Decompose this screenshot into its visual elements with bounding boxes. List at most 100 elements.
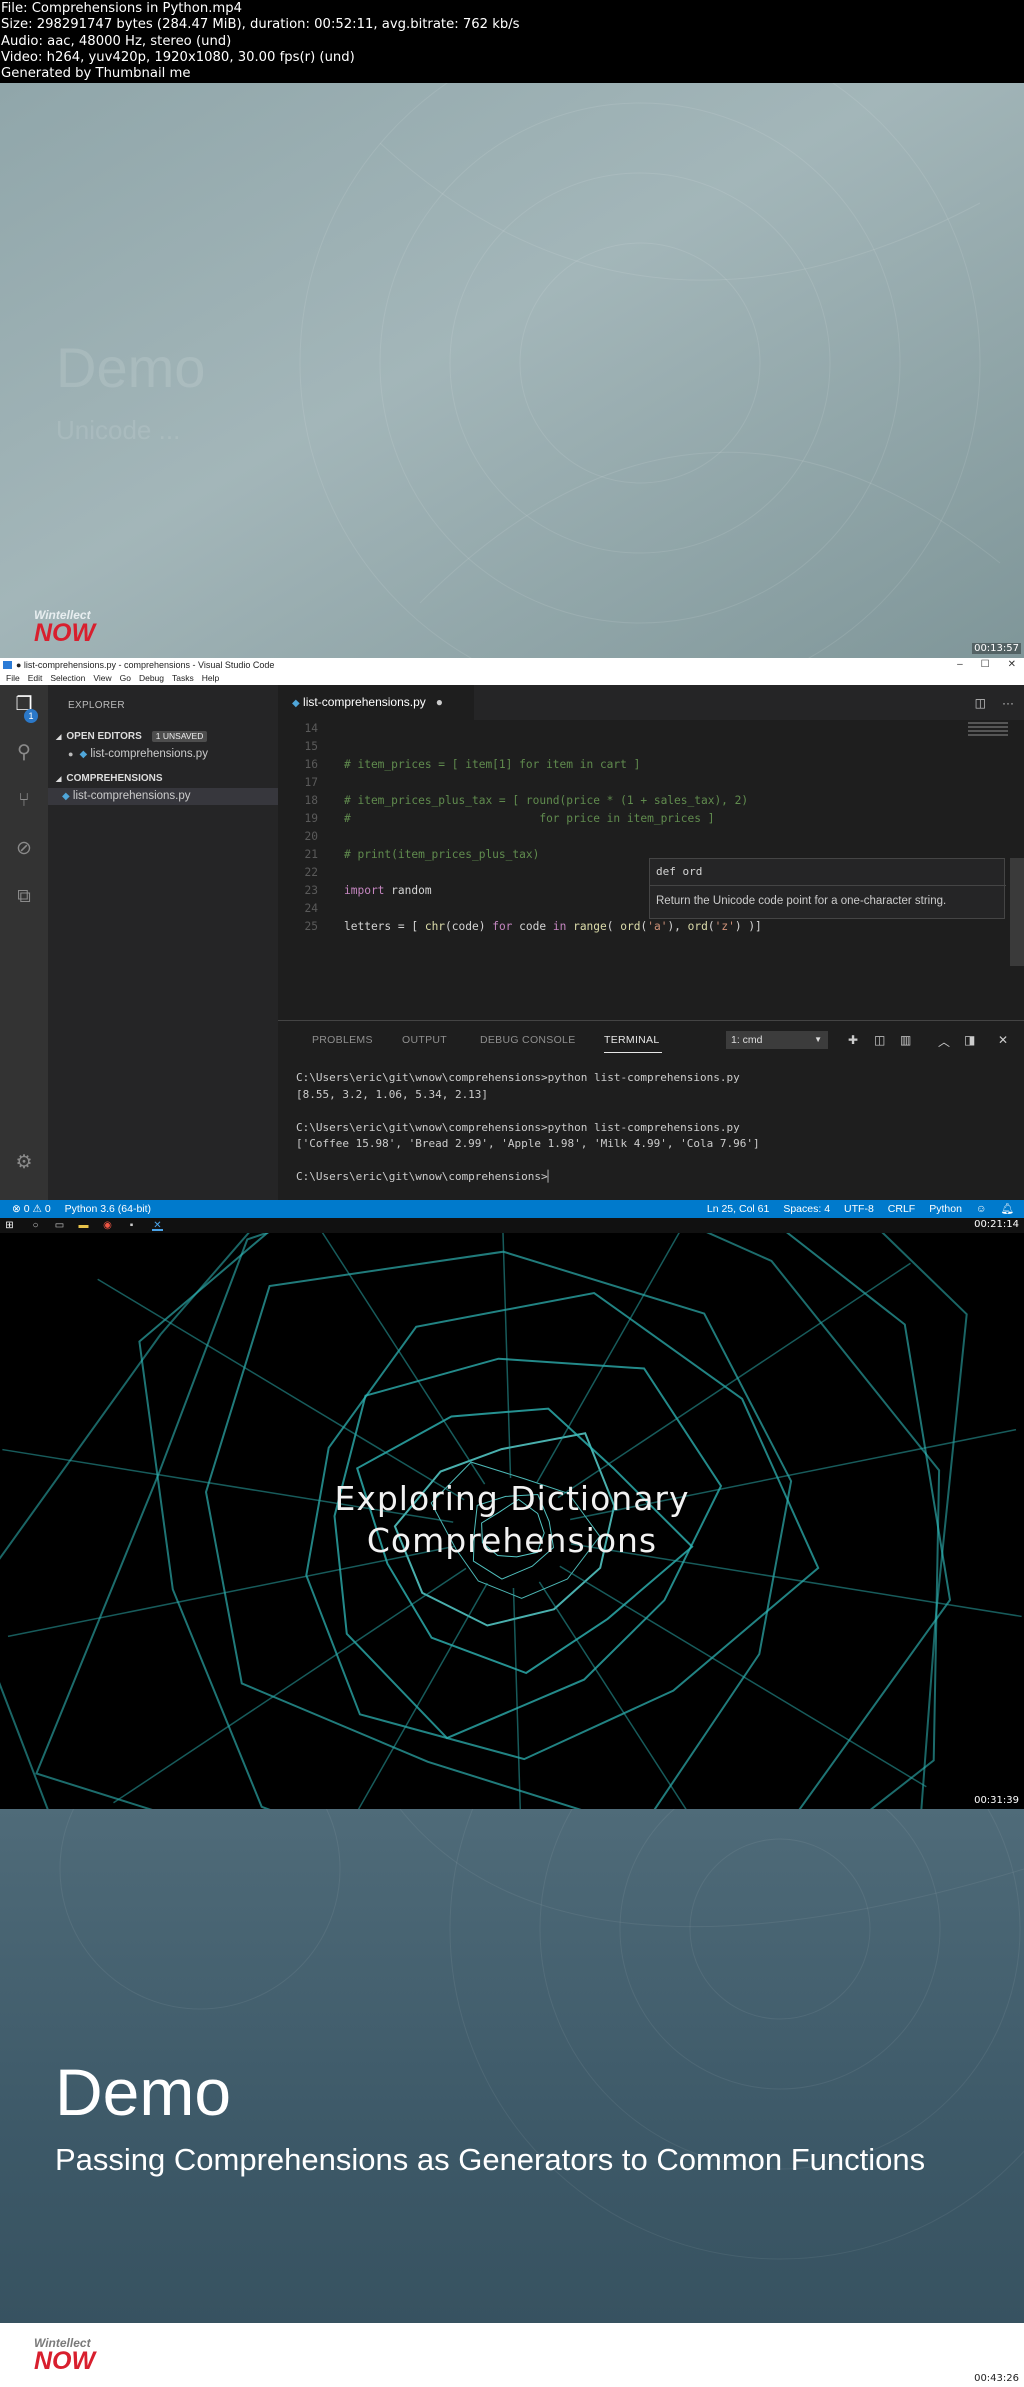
terminal-select[interactable]: 1: cmd ▼	[726, 1031, 828, 1049]
slide-subtitle: Passing Comprehensions as Generators to …	[55, 2142, 926, 2177]
trash-icon[interactable]: ▥	[900, 1033, 911, 1047]
explorer-sidebar: EXPLORER ◢ OPEN EDITORS 1 UNSAVED ● ◆ list-…	[48, 685, 278, 1200]
line-number: 21	[304, 848, 318, 861]
line-number: 22	[304, 866, 318, 879]
notification-bell-icon[interactable]: 🔔︎	[1001, 1200, 1014, 1218]
tunnel-strut	[559, 1565, 927, 1788]
menu-debug[interactable]: Debug	[139, 672, 164, 685]
line-number: 19	[304, 812, 318, 825]
vscode-taskbar-icon[interactable]: ✕	[152, 1220, 163, 1231]
menu-edit[interactable]: Edit	[28, 672, 43, 685]
active-tab-underline	[604, 1052, 662, 1053]
menu-view[interactable]: View	[93, 672, 111, 685]
frame-timestamp: 00:31:39	[972, 1795, 1021, 1806]
split-editor-icon[interactable]: ◫	[975, 696, 986, 710]
frame-2-vscode: ● list-comprehensions.py - comprehension…	[0, 658, 1024, 1233]
more-actions-icon[interactable]: ···	[1002, 696, 1014, 710]
bottom-panel: PROBLEMS OUTPUT DEBUG CONSOLE TERMINAL 1…	[278, 1020, 1024, 1200]
frame-timestamp: 00:43:26	[974, 2373, 1019, 2384]
info-audio: Audio: aac, 48000 Hz, stereo (und)	[1, 33, 232, 49]
gear-icon[interactable]: ⚙	[12, 1151, 36, 1175]
window-titlebar[interactable]: ● list-comprehensions.py - comprehension…	[0, 658, 1024, 672]
encoding-status[interactable]: UTF-8	[844, 1200, 874, 1218]
close-icon[interactable]: ✕	[998, 1033, 1008, 1047]
new-terminal-icon[interactable]: ✚	[848, 1033, 858, 1047]
menu-help[interactable]: Help	[202, 672, 219, 685]
unsaved-dot-icon[interactable]: ●	[436, 695, 443, 709]
indentation-status[interactable]: Spaces: 4	[783, 1200, 830, 1218]
slide-title: Exploring Dictionary Comprehensions	[0, 1478, 1024, 1562]
unsaved-count-badge: 1	[24, 709, 38, 723]
minimap[interactable]	[968, 722, 1008, 746]
tunnel-strut	[538, 1581, 687, 1809]
tab-debug-console[interactable]: DEBUG CONSOLE	[480, 1034, 576, 1046]
tab-output[interactable]: OUTPUT	[402, 1034, 447, 1046]
line-number: 23	[304, 884, 318, 897]
windows-start-icon[interactable]: ⊞	[4, 1220, 15, 1231]
explorer-header: EXPLORER	[68, 700, 125, 711]
code-line[interactable]: import random	[344, 884, 432, 897]
windows-taskbar: ⊞ ○ ▭ ▬ ◉ ▪ ✕	[0, 1218, 1024, 1233]
tab-problems[interactable]: PROBLEMS	[312, 1034, 373, 1046]
code-line[interactable]: letters = [ chr(code) for code in range(…	[344, 920, 762, 933]
vscode-icon	[3, 661, 12, 669]
comprehensions-folder-section[interactable]: ◢ COMPREHENSIONS	[48, 771, 278, 787]
cortana-icon[interactable]: ○	[30, 1220, 41, 1231]
chevron-up-icon[interactable]: ︿	[938, 1033, 950, 1050]
hover-tooltip: def ord Return the Unicode code point fo…	[649, 858, 1006, 919]
line-number: 18	[304, 794, 318, 807]
source-control-icon[interactable]: ⑂	[12, 789, 36, 813]
debug-icon[interactable]: ⊘	[12, 837, 36, 861]
task-view-icon[interactable]: ▭	[54, 1220, 65, 1231]
code-line[interactable]: # item_prices = [ item[1] for item in ca…	[344, 758, 640, 771]
feedback-smiley-icon[interactable]: ☺	[976, 1200, 987, 1218]
editor-scrollbar[interactable]	[1010, 858, 1024, 966]
line-number: 25	[304, 920, 318, 933]
frame-4-demo-slide: Demo Passing Comprehensions as Generator…	[0, 1809, 1024, 2387]
unsaved-badge: 1 UNSAVED	[151, 731, 208, 742]
code-line[interactable]: # item_prices_plus_tax = [ round(price *…	[344, 794, 748, 807]
cmd-icon[interactable]: ▪	[126, 1220, 137, 1231]
minimize-button[interactable]: –	[957, 658, 963, 672]
chevron-down-icon: ◢	[56, 776, 62, 783]
slide-title-line2: Comprehensions	[366, 1521, 658, 1560]
extensions-icon[interactable]: ⧉	[12, 885, 36, 909]
info-generator: Generated by Thumbnail me	[1, 66, 191, 82]
file-explorer-icon[interactable]: ▬	[78, 1220, 89, 1231]
frame-timestamp: 00:21:14	[974, 1219, 1019, 1230]
menu-go[interactable]: Go	[120, 672, 131, 685]
problems-status[interactable]: ⊗ 0 ⚠ 0	[12, 1200, 51, 1218]
terminal-line: C:\Users\eric\git\wnow\comprehensions>py…	[296, 1120, 740, 1134]
terminal-output[interactable]: C:\Users\eric\git\wnow\comprehensions>py…	[296, 1070, 760, 1186]
close-window-button[interactable]: ✕	[1008, 658, 1016, 672]
eol-status[interactable]: CRLF	[888, 1200, 915, 1218]
line-number: 15	[304, 740, 318, 753]
tab-list-comprehensions[interactable]: ◆ list-comprehensions.py ●	[278, 685, 474, 720]
split-terminal-icon[interactable]: ◫	[874, 1033, 885, 1047]
folder-file-item[interactable]: ◆ list-comprehensions.py	[48, 788, 278, 805]
menu-tasks[interactable]: Tasks	[172, 672, 194, 685]
python-file-icon: ◆	[79, 749, 88, 760]
code-line[interactable]: # print(item_prices_plus_tax)	[344, 848, 539, 861]
language-status[interactable]: Python	[929, 1200, 962, 1218]
line-number: 24	[304, 902, 318, 915]
open-editors-section[interactable]: ◢ OPEN EDITORS 1 UNSAVED	[48, 729, 278, 745]
editor-tab-bar: ◆ list-comprehensions.py ● ◫ ···	[278, 685, 1024, 720]
tab-terminal[interactable]: TERMINAL	[604, 1034, 660, 1046]
open-editor-file[interactable]: ● ◆ list-comprehensions.py	[48, 746, 278, 763]
menu-selection[interactable]: Selection	[50, 672, 85, 685]
menu-file[interactable]: File	[6, 672, 20, 685]
toggle-panel-icon[interactable]: ◨	[964, 1033, 975, 1047]
tunnel-strut	[512, 1587, 522, 1809]
unsaved-dot-icon: ●	[68, 749, 74, 759]
frame-1-demo-slide: Demo Unicode ... Wintellect NOW 00:13:57	[0, 83, 1024, 658]
info-size: Size: 298291747 bytes (284.47 MiB), dura…	[1, 17, 520, 33]
maximize-button[interactable]: ☐	[981, 658, 990, 672]
cursor-position[interactable]: Ln 25, Col 61	[707, 1200, 769, 1218]
line-number: 14	[304, 722, 318, 735]
search-icon[interactable]: ⚲	[12, 741, 36, 765]
interpreter-status[interactable]: Python 3.6 (64-bit)	[65, 1200, 151, 1218]
code-line[interactable]: # for price in item_prices ]	[344, 812, 714, 825]
chrome-icon[interactable]: ◉	[102, 1220, 113, 1231]
